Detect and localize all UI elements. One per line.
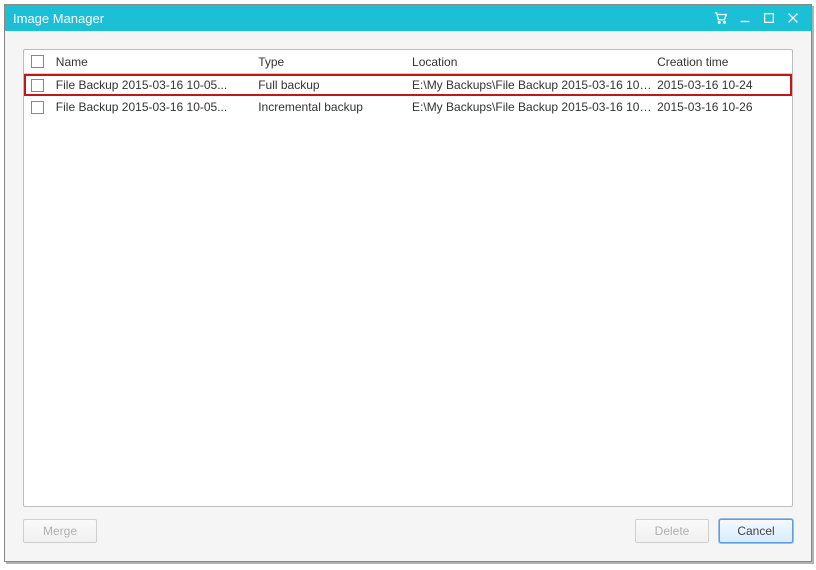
header-creation-time[interactable]: Creation time: [653, 55, 792, 69]
table-row[interactable]: File Backup 2015-03-16 10-05... Incremen…: [24, 96, 792, 118]
image-manager-window: Image Manager Name Type Location Creatio…: [4, 4, 812, 562]
window-title: Image Manager: [13, 11, 707, 26]
cell-creation-time: 2015-03-16 10-24: [653, 78, 792, 92]
table-row[interactable]: File Backup 2015-03-16 10-05... Full bac…: [24, 74, 792, 96]
maximize-icon[interactable]: [759, 8, 779, 28]
titlebar[interactable]: Image Manager: [5, 5, 811, 31]
button-bar: Merge Delete Cancel: [23, 519, 793, 543]
cell-name: File Backup 2015-03-16 10-05...: [52, 78, 254, 92]
row-checkbox[interactable]: [31, 79, 44, 92]
cell-type: Incremental backup: [254, 100, 408, 114]
merge-button[interactable]: Merge: [23, 519, 97, 543]
cell-name: File Backup 2015-03-16 10-05...: [52, 100, 254, 114]
header-location[interactable]: Location: [408, 55, 653, 69]
header-type[interactable]: Type: [254, 55, 408, 69]
select-all-checkbox[interactable]: [31, 55, 44, 68]
cart-icon[interactable]: [711, 8, 731, 28]
cell-type: Full backup: [254, 78, 408, 92]
list-header: Name Type Location Creation time: [24, 50, 792, 74]
row-checkbox[interactable]: [31, 101, 44, 114]
cell-location: E:\My Backups\File Backup 2015-03-16 10-…: [408, 100, 653, 114]
delete-button[interactable]: Delete: [635, 519, 709, 543]
minimize-icon[interactable]: [735, 8, 755, 28]
header-checkbox-cell: [24, 55, 52, 68]
backup-list: Name Type Location Creation time File Ba…: [23, 49, 793, 507]
close-icon[interactable]: [783, 8, 803, 28]
content-area: Name Type Location Creation time File Ba…: [5, 31, 811, 561]
cancel-button[interactable]: Cancel: [719, 519, 793, 543]
header-name[interactable]: Name: [52, 55, 254, 69]
cell-creation-time: 2015-03-16 10-26: [653, 100, 792, 114]
cell-location: E:\My Backups\File Backup 2015-03-16 10-…: [408, 78, 653, 92]
